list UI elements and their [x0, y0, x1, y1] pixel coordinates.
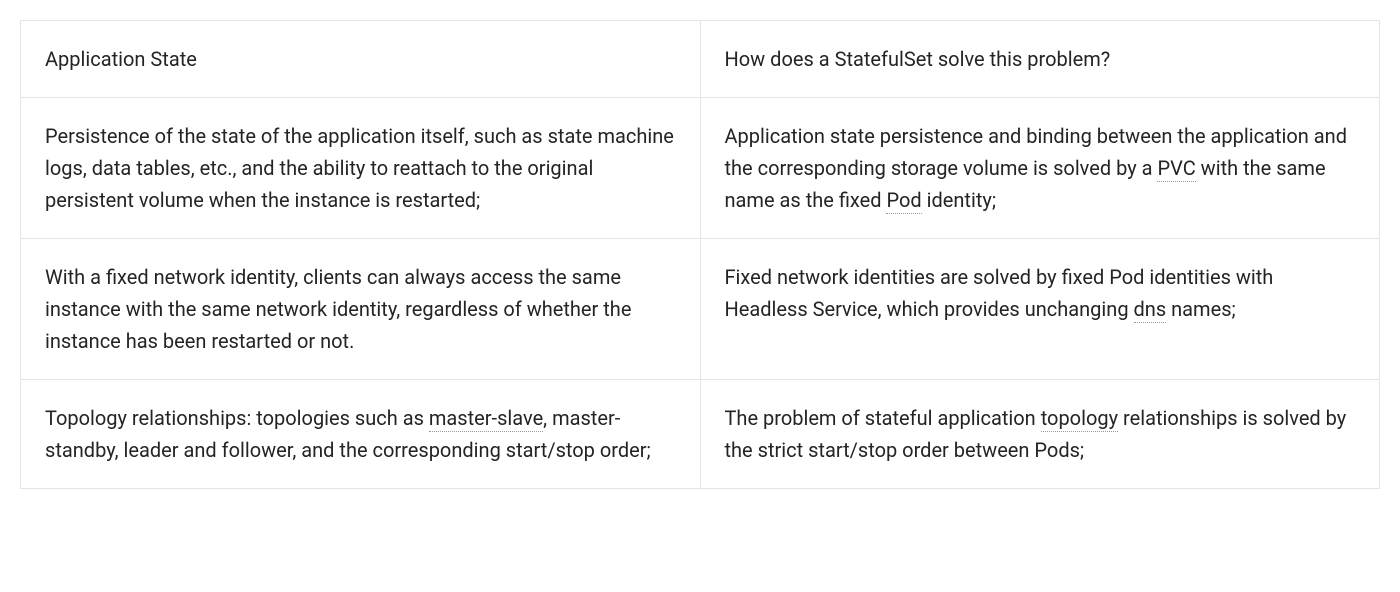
header-statefulset-solution: How does a StatefulSet solve this proble… [700, 21, 1380, 98]
dotted-term: dns [1134, 297, 1167, 323]
table-row: With a fixed network identity, clients c… [21, 239, 1380, 380]
table-row: Topology relationships: topologies such … [21, 380, 1380, 489]
statefulset-table-wrapper: Application State How does a StatefulSet… [20, 20, 1380, 489]
dotted-term: topology [1041, 406, 1118, 432]
cell-application-state: With a fixed network identity, clients c… [21, 239, 701, 380]
statefulset-table: Application State How does a StatefulSet… [20, 20, 1380, 489]
cell-statefulset-solution: Fixed network identities are solved by f… [700, 239, 1380, 380]
header-application-state: Application State [21, 21, 701, 98]
dotted-term: PVC [1157, 156, 1195, 182]
cell-application-state: Persistence of the state of the applicat… [21, 98, 701, 239]
table-row: Persistence of the state of the applicat… [21, 98, 1380, 239]
dotted-term: master-slave [429, 406, 543, 432]
cell-application-state: Topology relationships: topologies such … [21, 380, 701, 489]
table-body: Persistence of the state of the applicat… [21, 98, 1380, 489]
dotted-term: Pod [886, 188, 921, 214]
table-header-row: Application State How does a StatefulSet… [21, 21, 1380, 98]
cell-statefulset-solution: Application state persistence and bindin… [700, 98, 1380, 239]
cell-statefulset-solution: The problem of stateful application topo… [700, 380, 1380, 489]
